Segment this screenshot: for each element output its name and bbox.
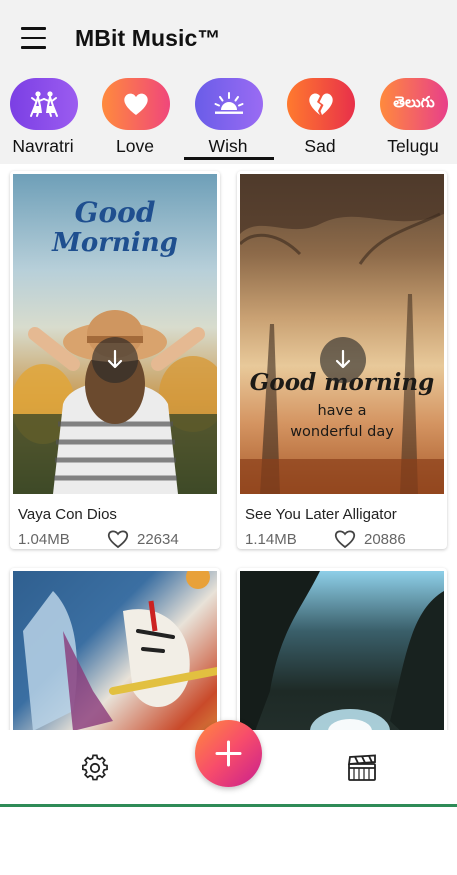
broken-heart-icon [309, 93, 333, 115]
category-tabs: Navratri Love Wish Sad తెలుగు Telugu [0, 76, 457, 164]
bottom-accent-line [0, 804, 457, 807]
app-title: MBit Music™ [75, 25, 221, 51]
autumn-tree-illustration [240, 174, 444, 494]
category-label: Telugu [387, 136, 439, 156]
app-screen: MBit Music™ Navratri Love Wish Sad తెలుగ… [0, 0, 457, 875]
ringtone-title: Vaya Con Dios [18, 506, 117, 523]
download-arrow-icon [335, 349, 351, 369]
category-label: Sad [304, 136, 336, 156]
category-pill [195, 78, 263, 130]
plus-icon [215, 740, 242, 767]
hamburger-menu-icon[interactable] [21, 27, 46, 49]
category-pill [102, 78, 170, 130]
thumbnail-text-line3: wonderful day [290, 424, 394, 440]
category-label: Love [116, 136, 154, 156]
thumbnail-text-line1: Good [74, 196, 156, 229]
category-label: Navratri [12, 136, 74, 156]
like-count: 20886 [364, 531, 406, 548]
tab-sad[interactable]: Sad [284, 78, 356, 160]
like-count: 22634 [137, 531, 179, 548]
heart-outline-icon[interactable] [107, 529, 129, 549]
card-thumbnail[interactable] [240, 571, 444, 730]
category-pill [10, 78, 78, 130]
category-label: Wish [208, 136, 248, 156]
ringtone-card[interactable]: Good morning have a wonderful day See Yo… [237, 171, 447, 549]
telugu-script-icon: తెలుగు [393, 93, 435, 111]
ringtone-title: See You Later Alligator [245, 506, 397, 523]
cave-landscape-illustration [240, 571, 444, 730]
tab-love[interactable]: Love [99, 78, 171, 160]
dancers-icon [30, 91, 58, 117]
clapperboard-icon[interactable] [347, 754, 377, 782]
app-header: MBit Music™ [0, 0, 457, 76]
selected-tab-indicator [184, 157, 274, 160]
download-button[interactable] [320, 337, 366, 383]
download-button[interactable] [92, 337, 138, 383]
ringtone-card[interactable]: Good Morning Vaya Con Dios 1.04MB 22634 [10, 171, 220, 549]
thumbnail-text-line2: Morning [52, 228, 178, 258]
file-size: 1.14MB [245, 531, 297, 548]
card-thumbnail[interactable]: Good Morning [13, 174, 217, 494]
card-thumbnail[interactable] [13, 571, 217, 730]
thumbnail-text-line2: have a [317, 403, 367, 419]
file-size: 1.04MB [18, 531, 70, 548]
tab-wish[interactable]: Wish [192, 78, 264, 160]
card-thumbnail[interactable]: Good morning have a wonderful day [240, 174, 444, 494]
ringtone-card[interactable] [10, 568, 220, 730]
krishna-painting-illustration [23, 571, 217, 730]
download-arrow-icon [107, 349, 123, 369]
heart-outline-icon[interactable] [334, 529, 356, 549]
create-video-button[interactable] [189, 714, 268, 793]
ringtone-card[interactable] [237, 568, 447, 730]
tab-navratri[interactable]: Navratri [7, 78, 79, 160]
tab-telugu[interactable]: తెలుగు Telugu [377, 78, 449, 160]
settings-gear-icon[interactable] [81, 754, 109, 782]
category-pill [287, 78, 355, 130]
ringtone-grid[interactable]: Good Morning Vaya Con Dios 1.04MB 22634 [0, 164, 457, 730]
sunrise-icon [214, 92, 244, 114]
category-pill: తెలుగు [380, 78, 448, 130]
heart-icon [124, 93, 148, 115]
